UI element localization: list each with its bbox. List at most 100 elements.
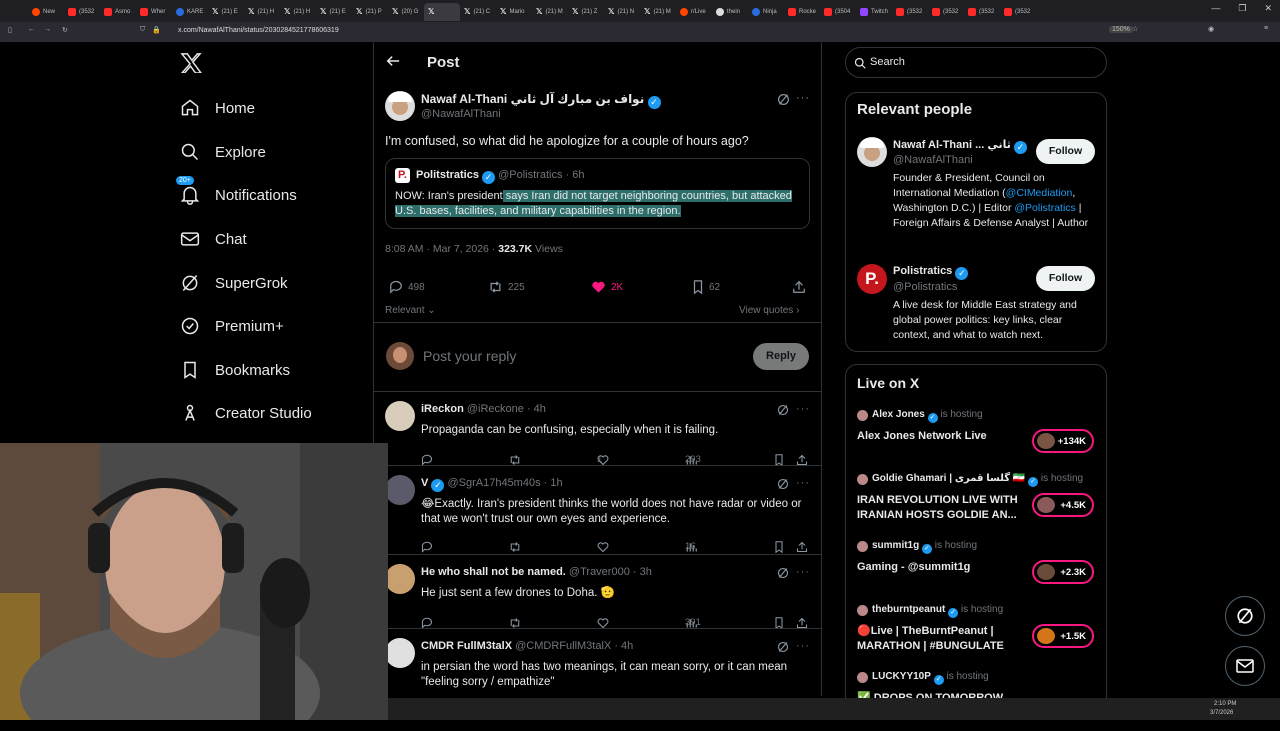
- browser-tab[interactable]: New: [28, 3, 64, 21]
- zoom-level[interactable]: 150%: [1109, 26, 1133, 33]
- browser-tab[interactable]: 𝕏 Mario: [496, 3, 532, 21]
- taskbar-time[interactable]: 2:10 PM: [1214, 701, 1236, 707]
- nav-item-notifications[interactable]: 20+ Notifications: [176, 176, 297, 210]
- more-options-icon[interactable]: ···: [796, 640, 810, 652]
- lock-icon[interactable]: 🔒: [152, 26, 161, 34]
- reply-button[interactable]: 498: [389, 280, 425, 294]
- reply-input[interactable]: Post your reply: [423, 348, 516, 364]
- person-handle[interactable]: @NawafAlThani: [893, 154, 973, 166]
- nav-item-explore[interactable]: Explore: [180, 137, 266, 167]
- author-handle[interactable]: @NawafAlThani: [421, 108, 501, 120]
- taskbar-date[interactable]: 3/7/2026: [1210, 710, 1233, 716]
- browser-tab[interactable]: (3532: [1000, 3, 1036, 21]
- reply-author[interactable]: V ✓ @SgrA17h45m40s · 1h: [421, 477, 563, 492]
- share-button[interactable]: [796, 541, 808, 553]
- browser-tab[interactable]: 𝕏: [424, 3, 460, 21]
- browser-tab[interactable]: Ninja: [748, 3, 784, 21]
- nav-item-supergrok[interactable]: SuperGrok: [180, 268, 288, 298]
- my-avatar[interactable]: [386, 342, 414, 370]
- views-button[interactable]: 16: [685, 541, 697, 553]
- nav-item-premium[interactable]: Premium+: [180, 311, 284, 341]
- reply-avatar[interactable]: [385, 475, 415, 505]
- more-options-icon[interactable]: ···: [796, 477, 810, 489]
- grok-float-button[interactable]: [1225, 596, 1265, 636]
- bookmark-button[interactable]: [773, 541, 785, 553]
- repost-button[interactable]: [509, 541, 521, 553]
- search-box[interactable]: Search: [845, 47, 1107, 78]
- search-input[interactable]: Search: [870, 56, 905, 68]
- reply-avatar[interactable]: [385, 638, 415, 668]
- person-avatar[interactable]: P.: [857, 264, 887, 294]
- browser-tab[interactable]: (3504: [820, 3, 856, 21]
- reply-author[interactable]: iReckon @iReckone · 4h: [421, 403, 546, 415]
- reload-icon[interactable]: ↻: [62, 26, 68, 34]
- reply-author[interactable]: He who shall not be named. @Traver000 · …: [421, 566, 652, 578]
- browser-tab[interactable]: Twitch: [856, 3, 892, 21]
- browser-tab[interactable]: 𝕏 (21) M: [640, 3, 676, 21]
- close-icon[interactable]: ✕: [1264, 3, 1272, 14]
- grok-icon[interactable]: [777, 478, 789, 490]
- bookmark-star-icon[interactable]: ☆: [1132, 25, 1138, 33]
- account-icon[interactable]: ◉: [1208, 25, 1214, 33]
- person-name[interactable]: Polistratics ✓: [893, 265, 969, 280]
- browser-tab[interactable]: 𝕏 (21) H: [280, 3, 316, 21]
- live-listeners-pill[interactable]: +4.5K: [1032, 493, 1094, 517]
- bio-link[interactable]: @CIMediation: [1006, 187, 1073, 199]
- live-listeners-pill[interactable]: +134K: [1032, 429, 1094, 453]
- browser-tab[interactable]: 𝕏 (21) M: [532, 3, 568, 21]
- more-options-icon[interactable]: ···: [796, 92, 810, 104]
- browser-tab[interactable]: (3532: [964, 3, 1000, 21]
- messages-float-button[interactable]: [1225, 646, 1265, 686]
- shield-icon[interactable]: ⛉: [140, 26, 145, 34]
- minimize-icon[interactable]: —: [1211, 3, 1220, 14]
- x-logo-icon[interactable]: [180, 53, 202, 73]
- like-button[interactable]: 2K: [591, 280, 623, 294]
- browser-tab[interactable]: Wher: [136, 3, 172, 21]
- like-button[interactable]: [597, 541, 609, 553]
- back-icon[interactable]: ←: [28, 26, 35, 33]
- person-handle[interactable]: @Polistratics: [893, 281, 957, 293]
- browser-tab[interactable]: KARE: [172, 3, 208, 21]
- nav-item-home[interactable]: Home: [180, 93, 255, 123]
- grok-icon[interactable]: [777, 641, 789, 653]
- browser-tab[interactable]: (3532: [64, 3, 100, 21]
- reply-item[interactable]: CMDR FullM3talX @CMDRFullM3talX · 4h ··· i…: [374, 628, 822, 698]
- reply-avatar[interactable]: [385, 564, 415, 594]
- view-quotes-link[interactable]: View quotes ›: [739, 305, 799, 316]
- sidebar-toggle-icon[interactable]: ▯: [8, 26, 12, 34]
- nav-item-bookmarks[interactable]: Bookmarks: [180, 355, 290, 385]
- browser-tab[interactable]: r/Live: [676, 3, 712, 21]
- browser-tab[interactable]: (3532: [892, 3, 928, 21]
- nav-item-chat[interactable]: Chat: [180, 224, 247, 254]
- browser-tab[interactable]: 𝕏 (21) Z: [568, 3, 604, 21]
- browser-tab[interactable]: 𝕏 (20) G: [388, 3, 424, 21]
- browser-tab[interactable]: Asmo: [100, 3, 136, 21]
- browser-tab[interactable]: 𝕏 (21) E: [316, 3, 352, 21]
- grok-icon[interactable]: [777, 567, 789, 579]
- browser-tab[interactable]: 𝕏 (21) H: [244, 3, 280, 21]
- more-options-icon[interactable]: ···: [796, 566, 810, 578]
- follow-button[interactable]: Follow: [1036, 266, 1095, 291]
- reply-author[interactable]: CMDR FullM3talX @CMDRFullM3talX · 4h: [421, 640, 633, 652]
- author-avatar[interactable]: [385, 91, 415, 121]
- author-name[interactable]: Nawaf Al-Thani نواف بن مبارك آل ثاني ✓: [421, 92, 661, 109]
- reply-item[interactable]: He who shall not be named. @Traver000 · …: [374, 554, 822, 629]
- reply-item[interactable]: iReckon @iReckone · 4h ··· Propaganda can …: [374, 391, 822, 466]
- reply-item[interactable]: V ✓ @SgrA17h45m40s · 1h ··· 😂Exactly. Iran…: [374, 465, 822, 554]
- quoted-post[interactable]: P. Politstratics ✓ @Polistratics · 6h NO…: [385, 158, 810, 229]
- browser-tab[interactable]: 𝕏 (21) C: [460, 3, 496, 21]
- browser-tab[interactable]: 𝕏 (21) E: [208, 3, 244, 21]
- more-options-icon[interactable]: ···: [796, 403, 810, 415]
- browser-tab[interactable]: (3532: [928, 3, 964, 21]
- person-name[interactable]: Nawaf Al-Thani ... ثاني ✓: [893, 138, 1027, 154]
- grok-icon[interactable]: [777, 404, 789, 416]
- person-avatar[interactable]: [857, 137, 887, 167]
- menu-icon[interactable]: ≡: [1264, 25, 1268, 32]
- back-arrow-icon[interactable]: [386, 54, 400, 68]
- sort-replies-dropdown[interactable]: Relevant ⌄: [385, 305, 436, 316]
- share-icon[interactable]: [792, 280, 806, 294]
- reply-button[interactable]: [421, 541, 433, 553]
- forward-icon[interactable]: →: [44, 26, 51, 33]
- repost-button[interactable]: 225: [488, 280, 525, 294]
- bio-link[interactable]: @Polistratics: [1014, 202, 1075, 214]
